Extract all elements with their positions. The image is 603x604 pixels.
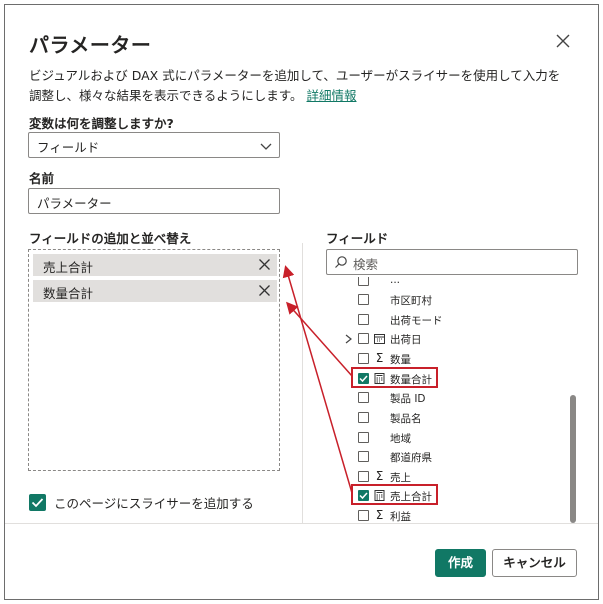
field-item[interactable]: 出荷日 (326, 329, 566, 349)
field-name: 市区町村 (390, 295, 432, 307)
added-fields-label: フィールドの追加と並べ替え (29, 231, 192, 246)
field-name: 都道府県 (390, 452, 432, 464)
field-name: 出荷モード (390, 315, 443, 327)
variable-label: 変数は何を調整しますか? (29, 116, 174, 131)
field-name: 売上 (390, 472, 411, 484)
add-slicer-label: このページにスライサーを追加する (54, 496, 254, 511)
field-checkbox[interactable] (358, 451, 369, 462)
field-item[interactable]: 製品名 (326, 408, 566, 428)
field-name: ... (390, 277, 401, 286)
field-item[interactable]: ... (326, 277, 566, 291)
field-checkbox[interactable] (358, 392, 369, 403)
checkmark-icon (31, 498, 44, 508)
field-checkbox[interactable] (358, 432, 369, 443)
add-slicer-checkbox[interactable] (29, 494, 46, 511)
fields-panel-label: フィールド (326, 231, 389, 246)
added-field-label: 売上合計 (43, 260, 94, 275)
field-checkbox[interactable] (358, 510, 369, 521)
field-item[interactable]: 地域 (326, 428, 566, 448)
variable-select[interactable]: フィールド (28, 132, 280, 158)
chevron-down-icon (260, 143, 272, 150)
field-checkbox[interactable] (358, 294, 369, 305)
add-slicer-option[interactable]: このページにスライサーを追加する (29, 493, 254, 512)
added-field-chip[interactable]: 数量合計 (33, 280, 277, 302)
field-checkbox[interactable] (358, 314, 369, 325)
search-icon (335, 256, 347, 268)
field-search-placeholder: 検索 (353, 257, 379, 272)
field-name: 出荷日 (390, 334, 422, 346)
field-name: 製品名 (390, 413, 422, 425)
details-link[interactable]: 詳細情報 (307, 88, 357, 103)
field-item[interactable]: 出荷モード (326, 310, 566, 330)
field-name: 利益 (390, 511, 411, 523)
field-checkbox[interactable] (358, 471, 369, 482)
added-field-chip[interactable]: 売上合計 (33, 254, 277, 276)
field-name: 製品 ID (390, 393, 426, 405)
sigma-icon: Σ (375, 351, 384, 365)
highlight-box (351, 367, 438, 388)
name-input[interactable]: パラメーター (28, 188, 280, 214)
calendar-icon (374, 334, 385, 344)
added-fields-dropzone[interactable]: 売上合計 数量合計 (28, 249, 280, 471)
sigma-icon: Σ (375, 469, 384, 483)
field-item[interactable]: 製品 ID (326, 388, 566, 408)
description-text: ビジュアルおよび DAX 式にパラメーターを追加して、ユーザーがスライサーを使用… (29, 68, 561, 103)
field-item[interactable]: Σ 利益 (326, 506, 566, 523)
name-label: 名前 (29, 171, 55, 186)
chevron-right-icon[interactable] (344, 334, 353, 344)
cancel-button[interactable]: キャンセル (492, 549, 577, 577)
remove-icon[interactable] (258, 258, 271, 271)
field-checkbox[interactable] (358, 412, 369, 423)
close-icon[interactable] (554, 32, 572, 50)
field-checkbox[interactable] (358, 277, 369, 286)
highlight-box (351, 484, 438, 505)
name-input-value: パラメーター (37, 196, 112, 211)
sigma-icon: Σ (375, 508, 384, 522)
field-item[interactable]: 市区町村 (326, 290, 566, 310)
added-field-label: 数量合計 (43, 286, 94, 301)
field-name: 地域 (390, 433, 411, 445)
field-checkbox[interactable] (358, 353, 369, 364)
field-search-input[interactable]: 検索 (326, 249, 578, 275)
field-checkbox[interactable] (358, 333, 369, 344)
dialog-title: パラメーター (29, 33, 152, 57)
field-name: 数量 (390, 354, 411, 366)
field-list-scrollbar[interactable] (570, 395, 576, 523)
variable-select-value: フィールド (37, 140, 100, 155)
footer-divider (5, 523, 598, 524)
panel-divider (302, 243, 303, 523)
field-item[interactable]: Σ 数量 (326, 349, 566, 369)
remove-icon[interactable] (258, 284, 271, 297)
dialog-description: ビジュアルおよび DAX 式にパラメーターを追加して、ユーザーがスライサーを使用… (29, 66, 569, 106)
create-button[interactable]: 作成 (435, 549, 486, 577)
field-item[interactable]: 都道府県 (326, 447, 566, 467)
